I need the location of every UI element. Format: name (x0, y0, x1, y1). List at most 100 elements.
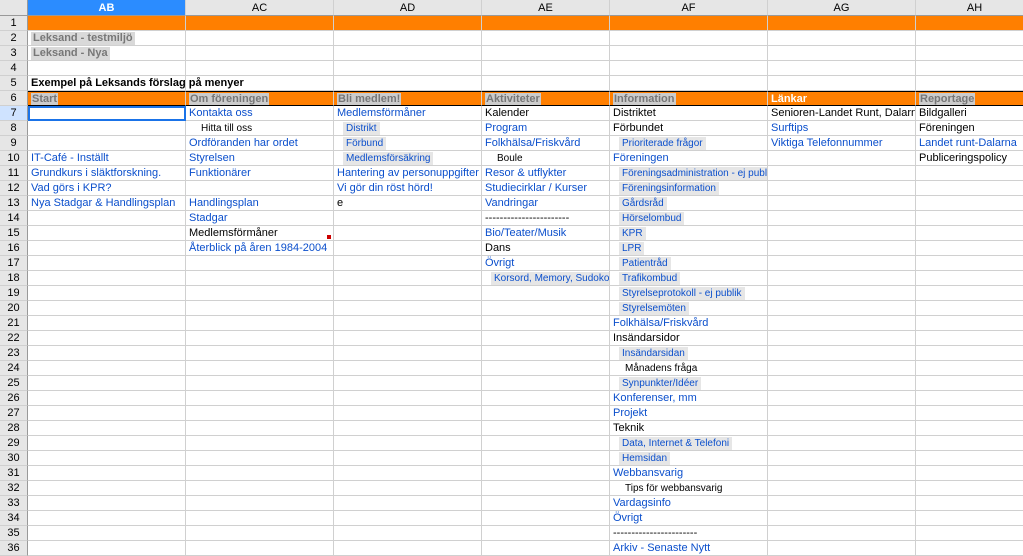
cell-AC35[interactable] (186, 526, 334, 541)
row-header-24[interactable]: 24 (0, 361, 28, 376)
cell-AE25[interactable] (482, 376, 610, 391)
row-header-21[interactable]: 21 (0, 316, 28, 331)
cell-AF2[interactable] (610, 31, 768, 46)
cell-AE30[interactable] (482, 451, 610, 466)
cell-AH35[interactable] (916, 526, 1023, 541)
cell-AG10[interactable] (768, 151, 916, 166)
cell-AH17[interactable] (916, 256, 1023, 271)
cell-AE20[interactable] (482, 301, 610, 316)
cell-AG36[interactable] (768, 541, 916, 556)
row-header-3[interactable]: 3 (0, 46, 28, 61)
cell-AF32[interactable]: Tips för webbansvarig (610, 481, 768, 496)
col-header-AC[interactable]: AC (186, 0, 334, 16)
cell-AB25[interactable] (28, 376, 186, 391)
cell-AG24[interactable] (768, 361, 916, 376)
cell-AC29[interactable] (186, 436, 334, 451)
cell-AH23[interactable] (916, 346, 1023, 361)
row-header-5[interactable]: 5 (0, 76, 28, 91)
row-header-35[interactable]: 35 (0, 526, 28, 541)
row-header-15[interactable]: 15 (0, 226, 28, 241)
cell-AC25[interactable] (186, 376, 334, 391)
cell-AH19[interactable] (916, 286, 1023, 301)
cell-AG27[interactable] (768, 406, 916, 421)
cell-AC20[interactable] (186, 301, 334, 316)
cell-AB31[interactable] (28, 466, 186, 481)
cell-AC17[interactable] (186, 256, 334, 271)
cell-AE36[interactable] (482, 541, 610, 556)
cell-AB27[interactable] (28, 406, 186, 421)
cell-AG31[interactable] (768, 466, 916, 481)
cell-AC7[interactable]: Kontakta oss (186, 106, 334, 121)
cell-AE31[interactable] (482, 466, 610, 481)
cell-AC11[interactable]: Funktionärer (186, 166, 334, 181)
cell-AH6[interactable]: Reportage (916, 91, 1023, 106)
cell-AH21[interactable] (916, 316, 1023, 331)
cell-AB8[interactable] (28, 121, 186, 136)
cell-AF21[interactable]: Folkhälsa/Friskvård (610, 316, 768, 331)
cell-AD12[interactable]: Vi gör din röst hörd! (334, 181, 482, 196)
cell-AG14[interactable] (768, 211, 916, 226)
row-header-8[interactable]: 8 (0, 121, 28, 136)
cell-AC2[interactable] (186, 31, 334, 46)
cell-AH4[interactable] (916, 61, 1023, 76)
cell-AE22[interactable] (482, 331, 610, 346)
cell-AB23[interactable] (28, 346, 186, 361)
cell-AE27[interactable] (482, 406, 610, 421)
row-header-36[interactable]: 36 (0, 541, 28, 556)
cell-AC22[interactable] (186, 331, 334, 346)
cell-AG16[interactable] (768, 241, 916, 256)
cell-AE26[interactable] (482, 391, 610, 406)
cell-AF24[interactable]: Månadens fråga (610, 361, 768, 376)
cell-AG5[interactable] (768, 76, 916, 91)
cell-AD5[interactable] (334, 76, 482, 91)
cell-AD1[interactable] (334, 16, 482, 31)
cell-AE9[interactable]: Folkhälsa/Friskvård (482, 136, 610, 151)
cell-AE7[interactable]: Kalender (482, 106, 610, 121)
cell-AB13[interactable]: Nya Stadgar & Handlingsplan (28, 196, 186, 211)
cell-AG18[interactable] (768, 271, 916, 286)
cell-AD10[interactable]: Medlemsförsäkring (334, 151, 482, 166)
cell-AH5[interactable] (916, 76, 1023, 91)
cell-AF15[interactable]: KPR (610, 226, 768, 241)
cell-AC3[interactable] (186, 46, 334, 61)
cell-AC33[interactable] (186, 496, 334, 511)
cell-AD8[interactable]: Distrikt (334, 121, 482, 136)
cell-AG33[interactable] (768, 496, 916, 511)
cell-AG19[interactable] (768, 286, 916, 301)
cell-AE13[interactable]: Vandringar (482, 196, 610, 211)
cell-AE15[interactable]: Bio/Teater/Musik (482, 226, 610, 241)
cell-AH15[interactable] (916, 226, 1023, 241)
row-header-31[interactable]: 31 (0, 466, 28, 481)
cell-AE32[interactable] (482, 481, 610, 496)
row-header-25[interactable]: 25 (0, 376, 28, 391)
row-header-1[interactable]: 1 (0, 16, 28, 31)
cell-AH12[interactable] (916, 181, 1023, 196)
cell-AC4[interactable] (186, 61, 334, 76)
cell-AE21[interactable] (482, 316, 610, 331)
cell-AE8[interactable]: Program (482, 121, 610, 136)
cell-AG20[interactable] (768, 301, 916, 316)
cell-AB3[interactable]: Leksand - Nya (28, 46, 186, 61)
cell-AD11[interactable]: Hantering av personuppgifter (334, 166, 482, 181)
cell-AF29[interactable]: Data, Internet & Telefoni (610, 436, 768, 451)
cell-AF17[interactable]: Patientråd (610, 256, 768, 271)
cell-AB29[interactable] (28, 436, 186, 451)
cell-AB22[interactable] (28, 331, 186, 346)
cell-AG29[interactable] (768, 436, 916, 451)
row-header-13[interactable]: 13 (0, 196, 28, 211)
cell-AE12[interactable]: Studiecirklar / Kurser (482, 181, 610, 196)
cell-AE2[interactable] (482, 31, 610, 46)
cell-AH20[interactable] (916, 301, 1023, 316)
cell-AC26[interactable] (186, 391, 334, 406)
cell-AD3[interactable] (334, 46, 482, 61)
cell-AE34[interactable] (482, 511, 610, 526)
cell-AG15[interactable] (768, 226, 916, 241)
cell-AC19[interactable] (186, 286, 334, 301)
cell-AB30[interactable] (28, 451, 186, 466)
cell-AG1[interactable] (768, 16, 916, 31)
cell-AG7[interactable]: Senioren-Landet Runt, Dalarna (768, 106, 916, 121)
cell-AB34[interactable] (28, 511, 186, 526)
cell-AD18[interactable] (334, 271, 482, 286)
row-header-10[interactable]: 10 (0, 151, 28, 166)
cell-AG21[interactable] (768, 316, 916, 331)
